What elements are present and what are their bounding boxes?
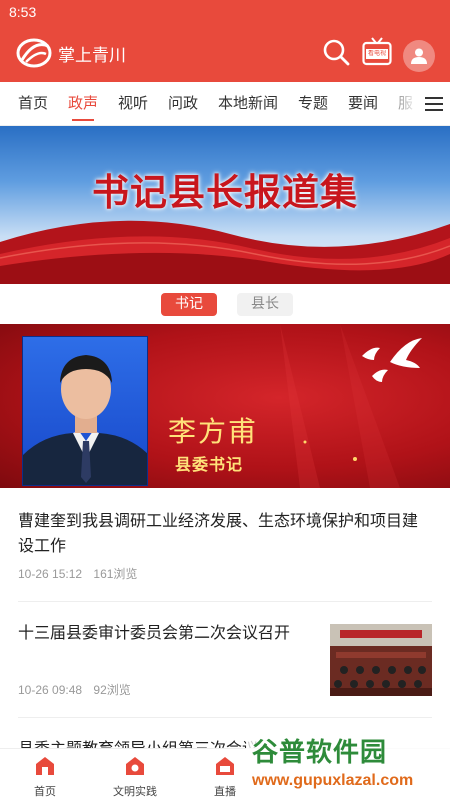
home-icon bbox=[36, 757, 54, 775]
news-thumbnail bbox=[330, 624, 432, 696]
bottom-nav-civilization-label: 文明实践 bbox=[113, 785, 157, 798]
bottom-nav-home-label: 首页 bbox=[34, 785, 56, 798]
status-bar: 8:53 bbox=[0, 0, 450, 24]
tv-badge-label: 看电视 bbox=[367, 50, 386, 57]
category-tabs: 首页 政声 视听 问政 本地新闻 专题 要闻 服 bbox=[0, 82, 450, 126]
news-date: 10-26 09:48 bbox=[18, 683, 83, 697]
tab-topics[interactable]: 专题 bbox=[298, 92, 328, 113]
tab-wenzheng[interactable]: 问政 bbox=[168, 92, 198, 113]
tab-home[interactable]: 首页 bbox=[18, 92, 48, 113]
user-avatar-button[interactable] bbox=[403, 40, 435, 72]
leader-segment-control: 书记 县长 bbox=[0, 284, 450, 324]
site-watermark: 谷普软件园 www.gupuxlazal.com bbox=[246, 726, 450, 800]
dove-decoration bbox=[362, 338, 422, 382]
app-title: 掌上青川 bbox=[58, 46, 126, 66]
civilization-icon bbox=[126, 757, 144, 775]
segment-county-head[interactable]: 县长 bbox=[237, 293, 293, 316]
status-time: 8:53 bbox=[9, 4, 37, 20]
news-meta: 10-26 09:48 92浏览 bbox=[18, 681, 139, 698]
news-views: 92浏览 bbox=[93, 683, 131, 697]
bottom-nav-home[interactable]: 首页 bbox=[10, 755, 80, 799]
app-logo-icon bbox=[16, 38, 52, 68]
news-title: 十三届县委审计委员会第二次会议召开 bbox=[18, 623, 291, 642]
report-collection-banner[interactable]: 书记县长报道集 bbox=[0, 126, 450, 284]
news-date: 10-26 15:12 bbox=[18, 567, 83, 581]
segment-secretary[interactable]: 书记 bbox=[161, 293, 217, 316]
app-bar: 掌上青川 看电视 bbox=[0, 24, 450, 82]
red-flag-decoration bbox=[0, 220, 450, 284]
watermark-url: www.gupuxlazal.com bbox=[252, 772, 414, 789]
news-meta: 10-26 15:12 161浏览 bbox=[18, 565, 145, 582]
user-icon bbox=[411, 48, 427, 64]
tab-headlines[interactable]: 要闻 bbox=[348, 92, 378, 113]
live-icon bbox=[216, 757, 234, 775]
leader-portrait bbox=[22, 336, 148, 486]
tab-menu-button[interactable] bbox=[418, 82, 450, 125]
tab-video[interactable]: 视听 bbox=[118, 92, 148, 113]
watermark-text: 谷普软件园 bbox=[252, 738, 388, 768]
leader-position: 县委书记 bbox=[175, 455, 244, 474]
news-views: 161浏览 bbox=[93, 567, 138, 581]
menu-icon bbox=[425, 96, 443, 111]
tab-zhengsheng[interactable]: 政声 bbox=[68, 92, 98, 113]
tabs-fade bbox=[378, 82, 418, 125]
news-title: 曹建奎到我县调研工业经济发展、生态环境保护和项目建设工作 bbox=[18, 511, 419, 555]
news-item[interactable]: 十三届县委审计委员会第二次会议召开 10-26 09:48 92浏览 bbox=[18, 602, 432, 718]
leader-name: 李方甫 bbox=[168, 415, 259, 448]
search-icon[interactable] bbox=[322, 37, 350, 67]
leader-card[interactable]: 李方甫 县委书记 bbox=[0, 324, 450, 488]
news-item[interactable]: 曹建奎到我县调研工业经济发展、生态环境保护和项目建设工作 10-26 15:12… bbox=[18, 488, 432, 602]
active-tab-indicator bbox=[72, 119, 94, 121]
tab-local-news[interactable]: 本地新闻 bbox=[218, 92, 278, 113]
bottom-nav-civilization[interactable]: 文明实践 bbox=[100, 755, 170, 799]
tv-button[interactable]: 看电视 bbox=[362, 36, 392, 66]
